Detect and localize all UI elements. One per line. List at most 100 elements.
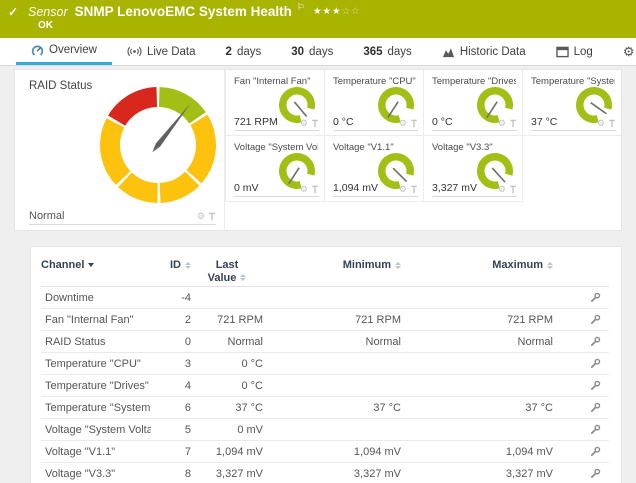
sorted-desc-icon [88,263,94,267]
cell-channel: Voltage "V1.1" [41,446,151,458]
cell-last-value: 37 °C [191,402,263,414]
cell-last-value: 0 °C [191,380,263,392]
channels-table: ChannelIDLastValue MinimumMaximum Downti… [30,246,622,483]
col-header-max[interactable]: Maximum [401,259,553,271]
pin-icon[interactable] [311,119,319,128]
chart-icon [442,46,455,58]
gauge-tile-footer: 0 mV⚙ [234,182,319,197]
tab-overview[interactable]: Overview [16,38,112,65]
table-row[interactable]: Voltage "V3.3"83,327 mV3,327 mV3,327 mV [41,463,609,483]
channel-settings-icon[interactable] [590,468,601,479]
sort-icon [547,262,553,269]
table-header-row: ChannelIDLastValue MinimumMaximum [41,253,609,287]
tab-label-number: 2 [226,46,232,58]
cell-channel: Voltage "System Voltage (… [41,424,151,436]
channel-settings-icon[interactable] [590,446,601,457]
table-row[interactable]: Voltage "V1.1"71,094 mV1,094 mV1,094 mV [41,441,609,463]
sensor-header: ✓ Sensor SNMP LenovoEMC System Health ⚐ … [0,0,636,38]
gear-icon[interactable]: ⚙ [300,185,308,194]
tab-live-data[interactable]: Live Data [112,38,211,65]
gear-icon[interactable]: ⚙ [498,185,506,194]
raid-gauge-dial [95,82,221,208]
pin-icon[interactable] [410,119,418,128]
gauge-value: 1,094 mV [333,182,378,194]
raid-status-section: RAID Status Normal ⚙ [15,70,225,230]
tab-30-days[interactable]: 30days [276,38,348,65]
col-header-id[interactable]: ID [151,259,191,271]
tab-label: days [388,46,412,58]
table-row[interactable]: Fan "Internal Fan"2721 RPM721 RPM721 RPM [41,309,609,331]
cell-id: 5 [151,424,191,436]
tab-historic-data[interactable]: Historic Data [427,38,541,65]
gauge-value: 3,327 mV [432,182,477,194]
pin-icon[interactable] [208,212,216,221]
raid-status-value: Normal [29,210,64,222]
cell-channel: RAID Status [41,336,151,348]
channel-settings-icon[interactable] [590,292,601,303]
gauge-tile: Temperature "Drives"0 °C⚙ [423,70,522,136]
gear-icon[interactable]: ⚙ [399,119,407,128]
cell-channel: Temperature "System" [41,402,151,414]
table-row[interactable]: Temperature "CPU"30 °C [41,353,609,375]
channel-settings-icon[interactable] [590,314,601,325]
cell-maximum: 37 °C [401,402,553,414]
cell-maximum: Normal [401,336,553,348]
cell-minimum: 3,327 mV [263,468,401,480]
status-badge: OK [38,20,626,31]
gauge-tile-footer: 3,327 mV ⚙ [432,182,517,197]
star-empty: ☆☆ [342,6,361,17]
channel-settings-icon[interactable] [590,402,601,413]
cell-id: 6 [151,402,191,414]
gear-icon[interactable]: ⚙ [399,185,407,194]
gauge-tile-footer: 0 °C⚙ [432,116,517,131]
tab-365-days[interactable]: 365 days [348,38,426,65]
col-header-last[interactable]: LastValue [191,259,263,284]
priority-stars[interactable]: ★★★☆☆ [313,6,361,17]
flag-icon[interactable]: ⚐ [297,2,305,13]
gauge-tile: Fan "Internal Fan"721 RPM⚙ [225,70,324,136]
channel-settings-icon[interactable] [590,380,601,391]
col-header-min[interactable]: Minimum [263,259,401,271]
table-row[interactable]: RAID Status0NormalNormalNormal [41,331,609,353]
tab-settings[interactable]: ⚙Settings [608,38,636,65]
tab-2-days[interactable]: 2 days [211,38,277,65]
gear-icon[interactable]: ⚙ [597,119,605,128]
gear-icon[interactable]: ⚙ [197,212,205,221]
pin-icon[interactable] [608,119,616,128]
cell-last-value: 0 °C [191,358,263,370]
cell-channel: Temperature "Drives" [41,380,151,392]
gauge-value: 721 RPM [234,116,278,128]
pin-icon[interactable] [311,185,319,194]
table-row[interactable]: Downtime-4 [41,287,609,309]
table-row[interactable]: Voltage "System Voltage (…50 mV [41,419,609,441]
table-body: Downtime-4Fan "Internal Fan"2721 RPM721 … [41,287,609,483]
gauge-tile: Voltage "System Voltage (12…0 mV⚙ [225,136,324,202]
cell-minimum: 1,094 mV [263,446,401,458]
col-header-channel[interactable]: Channel [41,259,151,271]
table-row[interactable]: Temperature "System"637 °C37 °C37 °C [41,397,609,419]
overview-panel: RAID Status Normal ⚙ Fan "Internal Fan"7… [14,69,622,231]
tab-label: days [237,46,261,58]
tab-label-number: 365 [363,46,382,58]
cell-channel: Downtime [41,292,151,304]
cell-last-value: Normal [191,336,263,348]
cell-minimum: Normal [263,336,401,348]
channel-settings-icon[interactable] [590,358,601,369]
gear-icon[interactable]: ⚙ [498,119,506,128]
page-title: SNMP LenovoEMC System Health [75,4,292,19]
pin-icon[interactable] [509,119,517,128]
pin-icon[interactable] [509,185,517,194]
tab-label: Overview [49,44,97,56]
cell-id: 2 [151,314,191,326]
cell-channel: Fan "Internal Fan" [41,314,151,326]
raid-status-title: RAID Status [29,80,92,92]
gear-icon[interactable]: ⚙ [300,119,308,128]
pin-icon[interactable] [410,185,418,194]
channel-settings-icon[interactable] [590,336,601,347]
cell-last-value: 3,327 mV [191,468,263,480]
cell-minimum: 37 °C [263,402,401,414]
tab-log[interactable]: Log [541,38,608,65]
table-row[interactable]: Temperature "Drives"40 °C [41,375,609,397]
channel-settings-icon[interactable] [590,424,601,435]
tab-label: days [309,46,333,58]
